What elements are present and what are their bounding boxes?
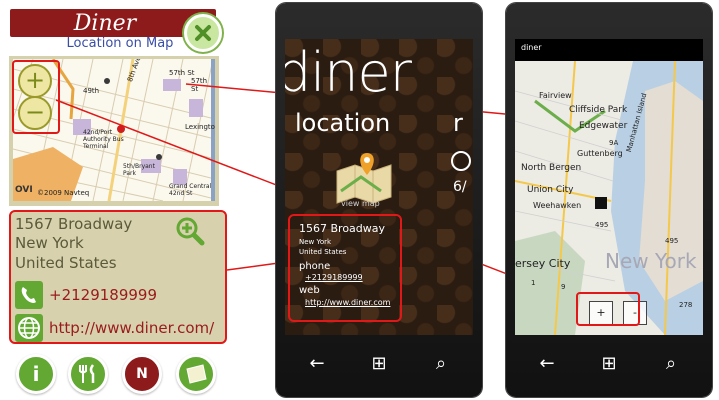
map-label: New York [605,249,697,273]
map-label: 9 [561,283,566,291]
map-label: Guttenberg [577,149,623,158]
map-label: 9A [609,139,619,147]
back-key[interactable]: ← [518,339,576,389]
hardware-nav-bar: ← ⊞ ⌕ [506,335,712,397]
map-label: Fairview [539,91,572,100]
start-key[interactable]: ⊞ [580,339,638,389]
map-label: 495 [595,221,609,229]
phone-device-map: diner Cliffside Park Fairview Edgewater [506,3,712,397]
view-map-label[interactable]: view map [341,199,380,208]
back-key[interactable]: ← [288,339,346,389]
app-title: diner [285,41,412,104]
map-label: Weehawken [533,201,582,210]
app-header: diner [515,39,703,61]
search-key[interactable]: ⌕ [412,339,470,389]
contact-info-callout [288,214,402,322]
map-label: Union City [527,185,574,195]
phone-screen: diner Cliffside Park Fairview Edgewater [515,39,703,335]
search-key[interactable]: ⌕ [642,339,700,389]
next-page-number: 6/ [453,179,467,195]
map-label: ersey City [515,257,571,270]
hardware-nav-bar: ← ⊞ ⌕ [276,335,482,397]
app-title: diner [521,43,542,52]
map-label: 495 [665,237,679,245]
map-label: Cliffside Park [569,105,628,115]
zoom-controls-callout [576,292,640,326]
phone-device-location: diner location r 6/ view map 1567 Broadw… [276,3,482,397]
map-label: North Bergen [521,163,582,173]
start-key[interactable]: ⊞ [350,339,408,389]
map-label: 278 [679,301,693,309]
map-label: Edgewater [579,121,628,131]
clock-icon [451,151,471,171]
map-label: 1 [531,279,536,287]
page-title: location [295,109,391,137]
next-page-peek: r [453,109,463,137]
